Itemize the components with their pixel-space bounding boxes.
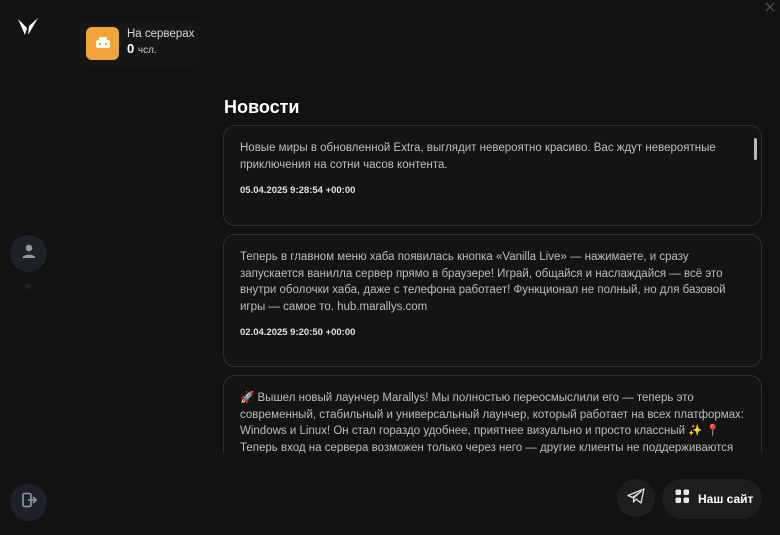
online-unit: чсл.	[137, 45, 157, 56]
window-corner-icon[interactable]	[764, 0, 776, 12]
online-stat-card: На серверах 0 чсл.	[80, 20, 200, 66]
news-list[interactable]: Новые миры в обновленной Extra, выглядит…	[223, 125, 763, 453]
logout-icon	[21, 492, 37, 513]
card-scrollbar[interactable]	[754, 138, 757, 160]
sidebar	[0, 0, 58, 535]
online-count: 0	[127, 41, 135, 56]
grid-icon	[675, 489, 690, 509]
news-date: 05.04.2025 9:28:54 +00:00	[240, 185, 356, 196]
online-stat-label: На серверах	[127, 28, 195, 40]
profile-button[interactable]	[10, 235, 47, 272]
telegram-icon	[627, 487, 645, 509]
sidebar-indicator	[25, 283, 31, 289]
news-date: 02.04.2025 9:20:50 +00:00	[240, 327, 356, 338]
website-button-label: Наш сайт	[698, 492, 754, 506]
news-card: 🚀 Вышел новый лаунчер Marallys! Мы полно…	[223, 375, 762, 453]
news-title: Новости	[224, 97, 300, 117]
news-card: Новые миры в обновленной Extra, выглядит…	[223, 125, 762, 226]
telegram-button[interactable]	[617, 479, 655, 517]
online-stat-value: 0 чсл.	[127, 41, 194, 59]
news-text: Новые миры в обновленной Extra, выглядит…	[240, 142, 716, 171]
server-icon	[86, 26, 119, 60]
app-logo[interactable]	[17, 16, 39, 38]
logout-button[interactable]	[10, 484, 47, 521]
news-text: Теперь в главном меню хаба появилась кно…	[240, 251, 726, 313]
news-card: Теперь в главном меню хаба появилась кно…	[223, 234, 762, 367]
user-icon	[21, 243, 37, 264]
website-button[interactable]: Наш сайт	[662, 479, 762, 519]
news-text: 🚀 Вышел новый лаунчер Marallys! Мы полно…	[240, 392, 744, 453]
